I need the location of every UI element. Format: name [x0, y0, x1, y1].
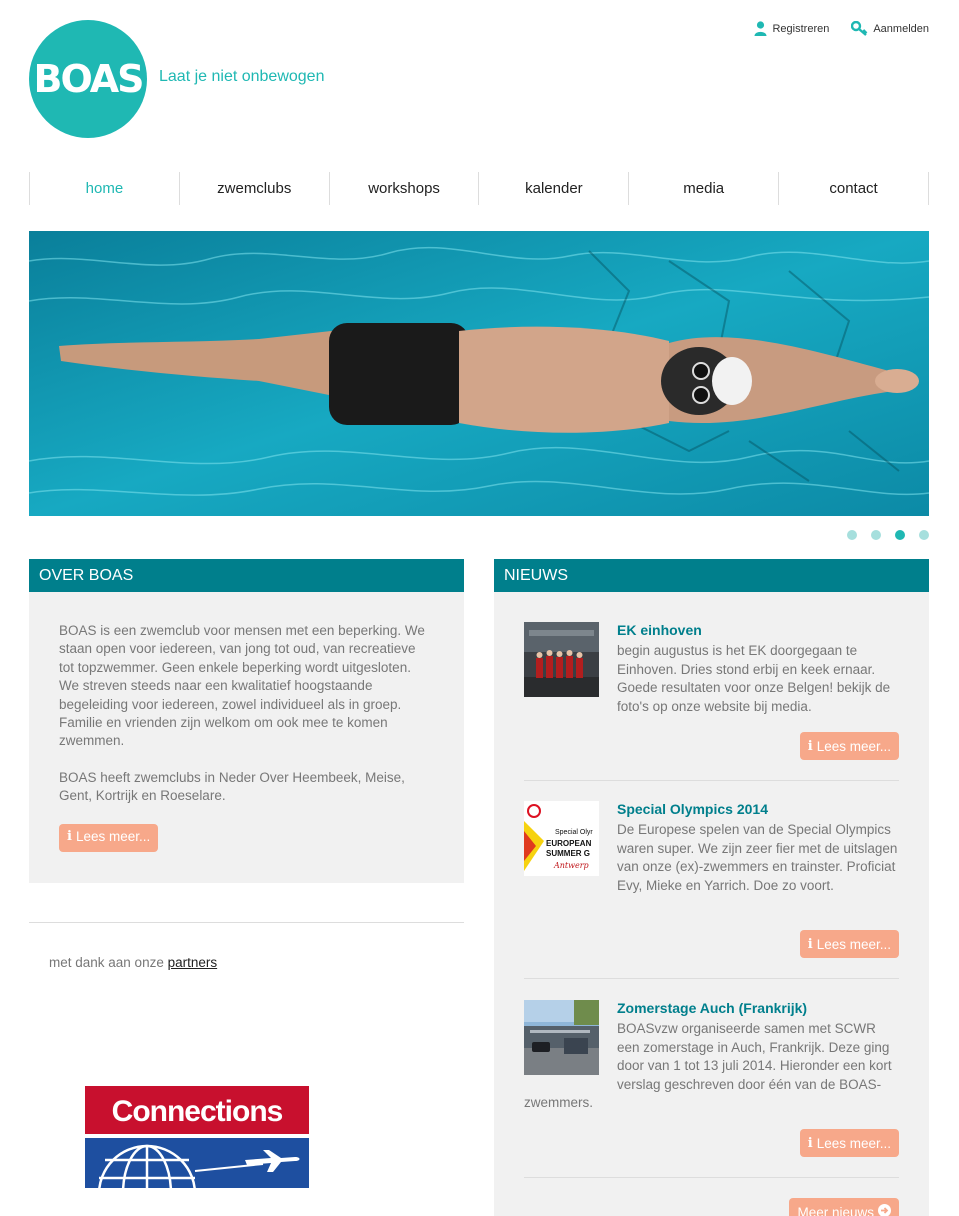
divider	[29, 922, 464, 923]
news-item: EK einhoven begin augustus is het EK doo…	[524, 622, 899, 762]
slider-dot-active[interactable]	[895, 530, 905, 540]
key-icon	[851, 21, 868, 36]
login-link[interactable]: Aanmelden	[851, 21, 929, 36]
connections-partner-logo[interactable]: Connections	[85, 1086, 309, 1216]
partner-name: Connections	[112, 1095, 283, 1128]
slider-dot[interactable]	[847, 530, 857, 540]
news-heading: NIEUWS	[494, 559, 929, 592]
news-read-more-button[interactable]: i Lees meer...	[799, 732, 899, 760]
news-title[interactable]: Zomerstage Auch (Frankrijk)	[617, 1000, 807, 1016]
nav-item-workshops[interactable]: workshops	[330, 172, 480, 205]
nav-item-contact[interactable]: contact	[779, 172, 929, 205]
more-news-button[interactable]: Meer nieuws	[789, 1198, 899, 1216]
news-divider	[524, 978, 899, 979]
tagline: Laat je niet onbewogen	[159, 68, 325, 85]
news-divider	[524, 1177, 899, 1178]
user-icon	[754, 21, 767, 36]
thanks-text: met dank aan onze	[49, 955, 164, 970]
login-label: Aanmelden	[873, 22, 929, 35]
over-boas-panel: BOAS is een zwemclub voor mensen met een…	[29, 592, 464, 883]
news-title[interactable]: EK einhoven	[617, 622, 702, 638]
nav-item-media[interactable]: media	[629, 172, 780, 205]
partners-thanks: met dank aan onze partners	[49, 955, 217, 970]
over-paragraph: BOAS heeft zwemclubs in Neder Over Heemb…	[59, 769, 405, 804]
register-label: Registreren	[772, 22, 830, 35]
news-read-more-button[interactable]: i Lees meer...	[799, 930, 899, 958]
news-text: BOASvzw organiseerde samen met SCWR een …	[524, 1021, 892, 1111]
nav-item-home[interactable]: home	[30, 172, 180, 205]
nav-item-zwemclubs[interactable]: zwemclubs	[180, 172, 330, 205]
info-icon: i	[67, 829, 72, 845]
account-links: Registreren Aanmelden	[754, 21, 929, 36]
news-panel: EK einhoven begin augustus is het EK doo…	[494, 592, 929, 1216]
news-text: De Europese spelen van de Special Olympi…	[617, 822, 898, 893]
slider-dots	[847, 530, 929, 540]
hero-slider-image	[29, 231, 929, 516]
slider-dot[interactable]	[871, 530, 881, 540]
news-item: Special Olyr EUROPEAN SUMMER G Antwerp S…	[524, 801, 899, 961]
over-boas-heading: OVER BOAS	[29, 559, 464, 592]
slider-dot[interactable]	[919, 530, 929, 540]
main-navigation: home zwemclubs workshops kalender media …	[29, 172, 929, 205]
nav-item-kalender[interactable]: kalender	[479, 172, 630, 205]
button-label: Lees meer...	[816, 1135, 891, 1151]
logo-text: BOAS	[33, 57, 144, 101]
button-label: Lees meer...	[816, 936, 891, 952]
info-icon: i	[807, 738, 813, 754]
news-divider	[524, 780, 899, 781]
news-read-more-button[interactable]: i Lees meer...	[799, 1129, 899, 1157]
news-text: begin augustus is het EK doorgegaan te E…	[617, 643, 891, 714]
over-read-more-button[interactable]: i Lees meer...	[59, 823, 159, 852]
news-item: Zomerstage Auch (Frankrijk) BOASvzw orga…	[524, 1000, 899, 1160]
button-label: Lees meer...	[816, 738, 891, 754]
info-icon: i	[807, 1135, 813, 1151]
button-label: Lees meer...	[75, 829, 151, 845]
register-link[interactable]: Registreren	[754, 21, 829, 36]
news-title[interactable]: Special Olympics 2014	[617, 801, 768, 817]
boas-logo[interactable]: BOAS	[29, 20, 147, 138]
arrow-right-icon	[878, 1204, 891, 1216]
partners-link[interactable]: partners	[168, 955, 218, 970]
over-paragraph: BOAS is een zwemclub voor mensen met een…	[59, 623, 425, 749]
info-icon: i	[807, 936, 813, 952]
button-label: Meer nieuws	[797, 1204, 874, 1216]
